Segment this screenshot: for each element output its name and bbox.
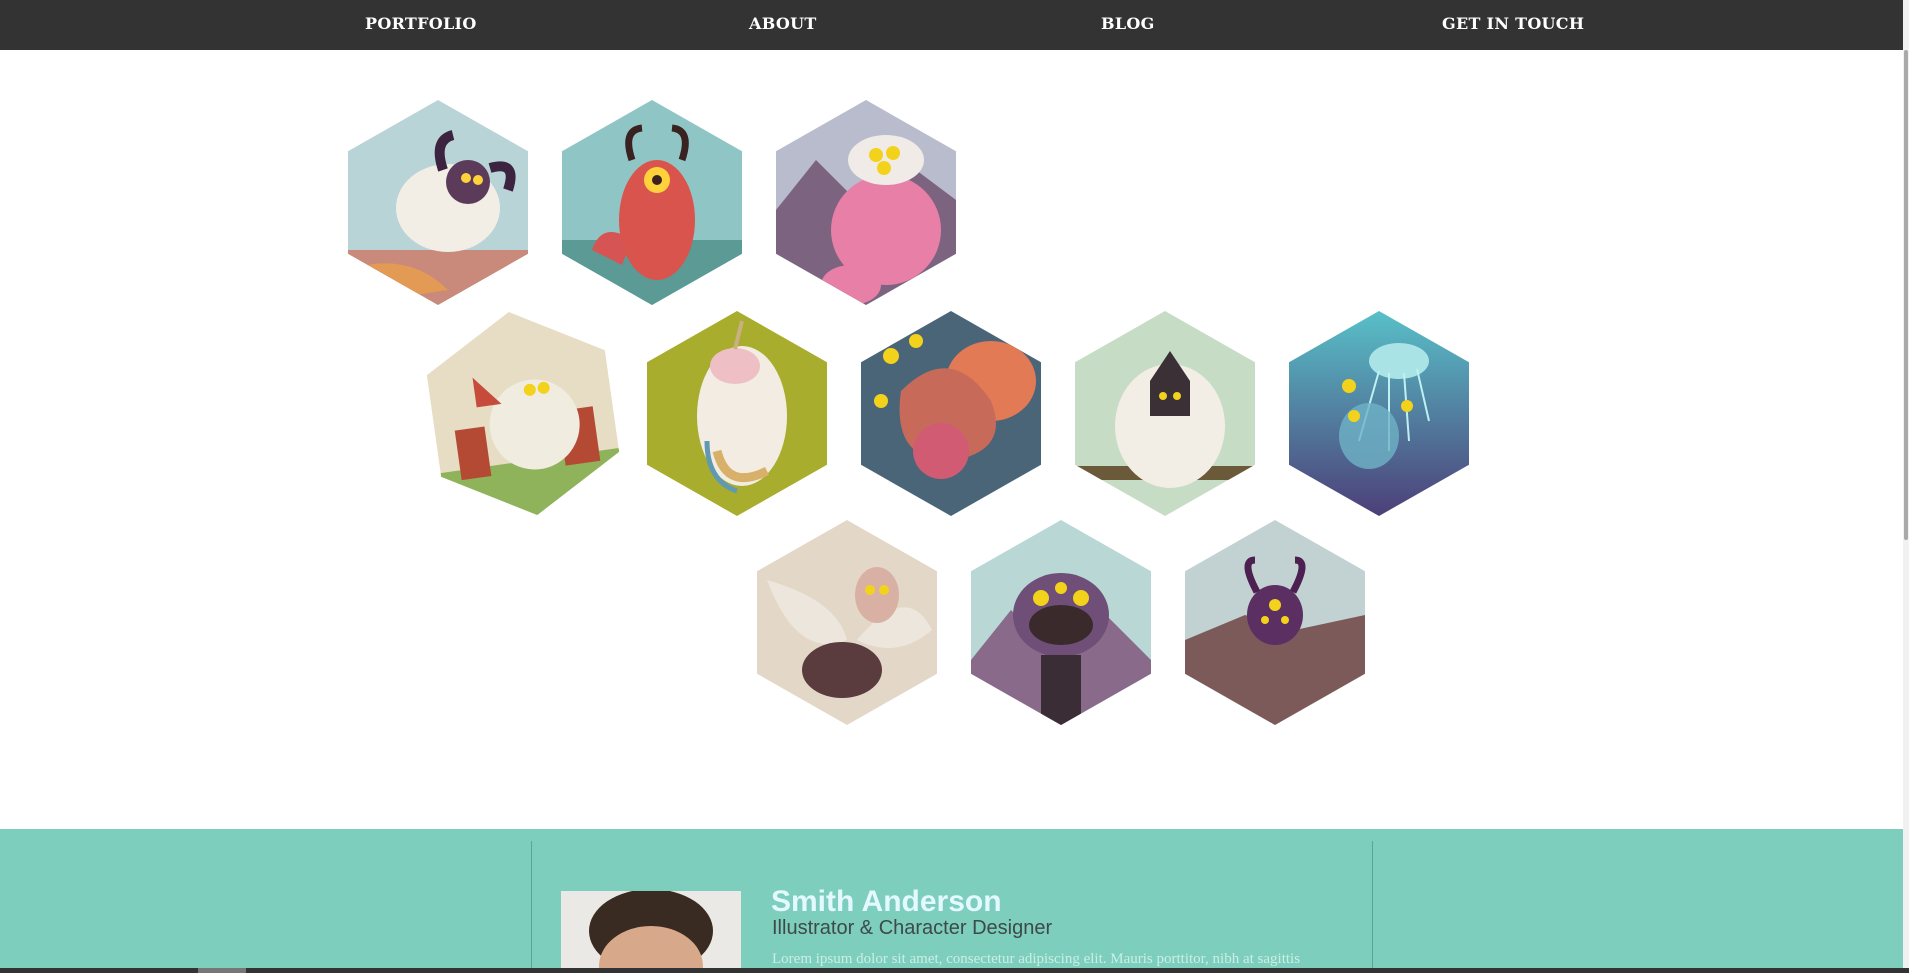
gallery-item-sheep-monster[interactable] xyxy=(348,100,528,305)
profile-section: Smith Anderson Illustrator & Character D… xyxy=(0,829,1903,973)
profile-name: Smith Anderson xyxy=(771,885,1002,918)
page-scrollbar[interactable] xyxy=(1903,0,1909,973)
gallery-item-octopus[interactable] xyxy=(861,311,1041,516)
divider-right xyxy=(1372,841,1373,973)
nav-link-about[interactable]: ABOUT xyxy=(749,14,817,33)
gallery-item-yeti[interactable] xyxy=(1075,311,1255,516)
nav-link-blog[interactable]: BLOG xyxy=(1101,14,1155,33)
avatar xyxy=(561,891,741,973)
gallery-item-red-cyclops[interactable] xyxy=(562,100,742,305)
gallery-item-jellyfish[interactable] xyxy=(1289,311,1469,516)
gallery-item-house-creature[interactable] xyxy=(420,299,627,527)
profile-photo xyxy=(561,891,741,973)
bottom-taskbar xyxy=(0,968,1909,973)
gallery-item-pink-cow[interactable] xyxy=(776,100,956,305)
taskbar-tab[interactable] xyxy=(198,968,246,973)
gallery-item-purple-horned[interactable] xyxy=(1185,520,1365,725)
purple-horned-illustration xyxy=(1185,520,1365,725)
jellyfish-illustration xyxy=(1289,311,1469,516)
pink-cow-illustration xyxy=(776,100,956,305)
divider-left xyxy=(531,841,532,973)
house-creature-illustration xyxy=(420,299,627,527)
tiki-mask-illustration xyxy=(971,520,1151,725)
nav-link-get-in-touch[interactable]: GET IN TOUCH xyxy=(1442,14,1584,33)
octopus-illustration xyxy=(861,311,1041,516)
winged-bird-illustration xyxy=(757,520,937,725)
top-navigation: PORTFOLIO ABOUT BLOG GET IN TOUCH xyxy=(0,0,1903,50)
yeti-illustration xyxy=(1075,311,1255,516)
sleeping-unicorn-illustration xyxy=(647,311,827,516)
gallery-item-sleeping-unicorn[interactable] xyxy=(647,311,827,516)
profile-bio: Lorem ipsum dolor sit amet, consectetur … xyxy=(772,951,1301,967)
gallery-item-tiki-mask[interactable] xyxy=(971,520,1151,725)
nav-link-portfolio[interactable]: PORTFOLIO xyxy=(365,14,477,33)
gallery-item-winged-bird[interactable] xyxy=(757,520,937,725)
sheep-monster-illustration xyxy=(348,100,528,305)
profile-role: Illustrator & Character Designer xyxy=(772,917,1053,939)
scrollbar-thumb[interactable] xyxy=(1904,50,1908,540)
red-cyclops-illustration xyxy=(562,100,742,305)
